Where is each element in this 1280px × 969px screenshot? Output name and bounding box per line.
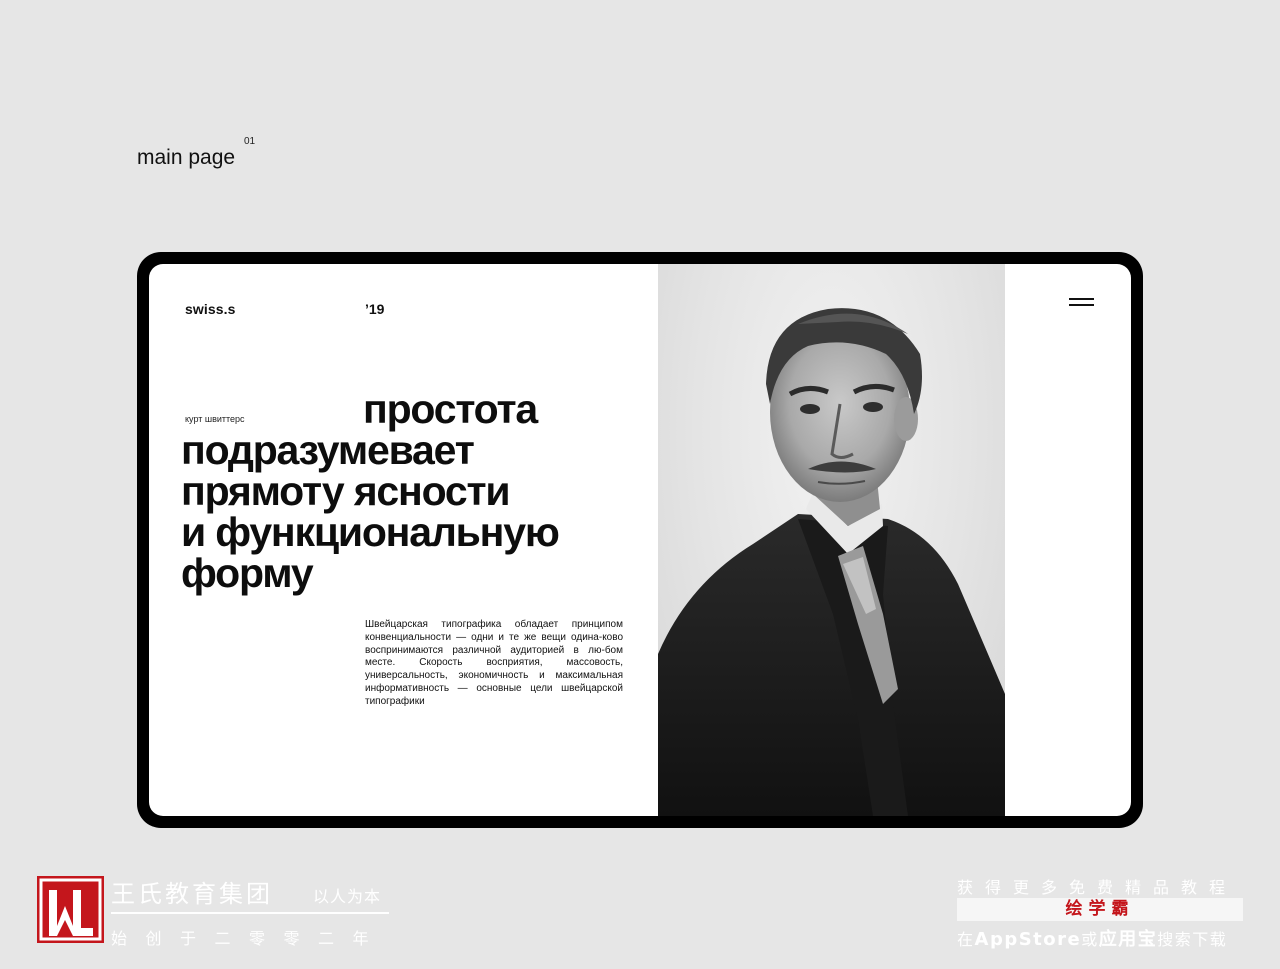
promo-text-post: 搜索下载 — [1157, 930, 1228, 949]
org-motto: 以人为本 — [313, 887, 382, 906]
portrait-photo — [658, 264, 1005, 816]
device-frame: swiss.s ’19 курт швиттерс простота подра… — [137, 252, 1143, 828]
org-divider — [111, 912, 389, 914]
website-screen: swiss.s ’19 курт швиттерс простота подра… — [149, 264, 1131, 816]
site-logo[interactable]: swiss.s — [185, 301, 236, 317]
promo-tagline: 获得更多免费精品教程 — [957, 878, 1238, 897]
org-founded: 始创于二零零二年 — [111, 929, 388, 948]
org-name: 王氏教育集团 — [111, 880, 273, 908]
headline-line: подразумевает — [181, 427, 475, 473]
headline-line: форму — [181, 550, 314, 596]
promo-download-text: 在AppStore或应用宝搜索下载 — [957, 925, 1227, 951]
promo-text-pre: 在 — [957, 930, 975, 949]
promo-appstore: AppStore — [974, 929, 1082, 950]
w-logo-icon — [39, 878, 102, 941]
hero-headline: простота подразумевает прямоту ясности и… — [181, 386, 560, 596]
promo-brand-bar: 绘学霸 — [957, 898, 1243, 921]
portrait-illustration — [658, 308, 1005, 816]
page-title: main page 01 — [137, 136, 255, 170]
promo-brand: 绘学霸 — [1065, 899, 1135, 919]
promo-text-mid: 或 — [1081, 930, 1099, 949]
hamburger-menu-button[interactable] — [1057, 286, 1097, 316]
headline-line: простота — [363, 386, 538, 432]
page-number: 01 — [244, 136, 256, 147]
promo-market: 应用宝 — [1098, 929, 1158, 950]
org-logo — [37, 876, 104, 943]
headline-line: прямоту ясности — [181, 468, 511, 514]
site-year: ’19 — [365, 301, 385, 317]
headline-line: и функциональную — [181, 509, 560, 555]
page-title-text: main page — [137, 146, 236, 169]
hamburger-icon-line — [1069, 304, 1094, 306]
body-paragraph: Швейцарская типографика обладает принцип… — [365, 619, 623, 707]
hamburger-icon — [1069, 298, 1094, 300]
